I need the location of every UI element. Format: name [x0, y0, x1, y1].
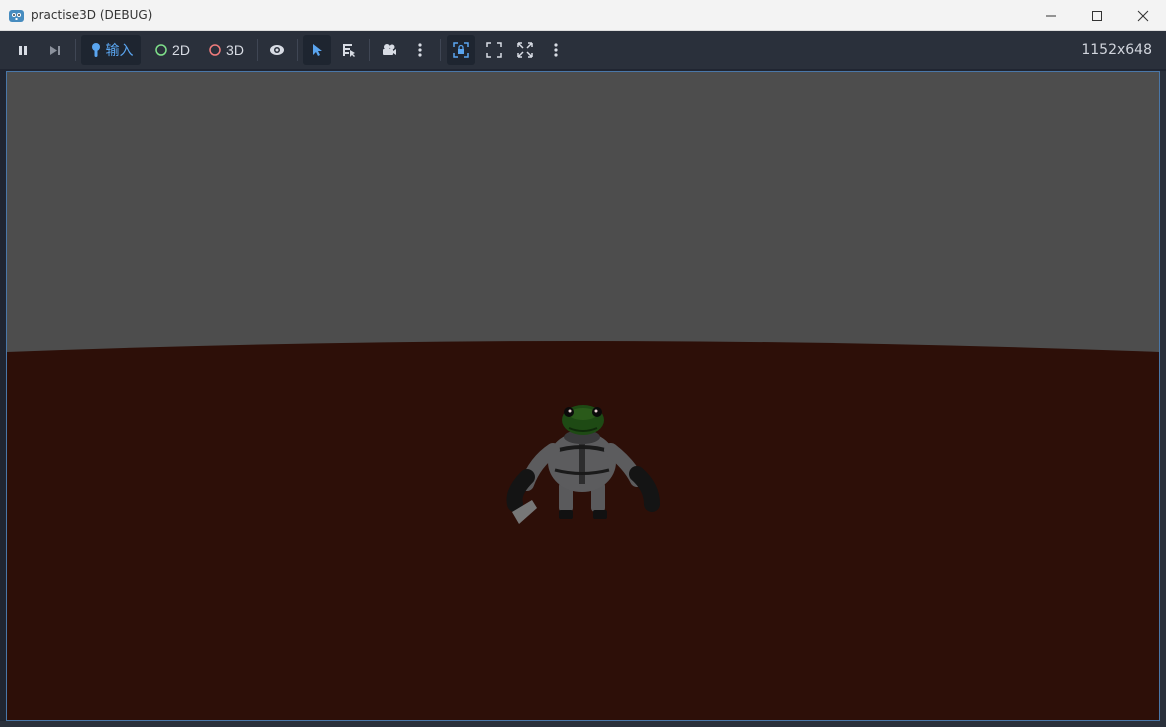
- input-toggle-button[interactable]: 输入: [81, 35, 141, 65]
- toolbar-separator: [257, 39, 258, 61]
- mode-3d-button[interactable]: 3D: [202, 35, 250, 65]
- toolbar-separator: [297, 39, 298, 61]
- window-titlebar[interactable]: practise3D (DEBUG): [0, 0, 1166, 31]
- game-toolbar: 输入 2D 3D 1152x648: [0, 31, 1166, 69]
- pause-button[interactable]: [10, 35, 36, 65]
- ground-plane: [7, 341, 1159, 720]
- input-icon: [91, 43, 100, 57]
- circle-2d-icon: [155, 44, 167, 56]
- game-scene: [7, 72, 1159, 720]
- mode-2d-label: 2D: [172, 42, 190, 58]
- mode-2d-button[interactable]: 2D: [148, 35, 196, 65]
- close-button[interactable]: [1120, 0, 1166, 31]
- minimize-icon: [1046, 15, 1056, 16]
- circle-3d-icon: [209, 44, 221, 56]
- toolbar-separator: [75, 39, 76, 61]
- godot-icon: [9, 10, 24, 22]
- next-frame-icon: [50, 46, 60, 55]
- cursor-arrow-icon: [313, 44, 322, 56]
- toolbar-separator: [440, 39, 441, 61]
- camera-override-button[interactable]: [376, 35, 402, 65]
- more-vertical-icon: [554, 43, 558, 57]
- embed-fixed-icon: [453, 42, 469, 58]
- input-label: 输入: [105, 42, 134, 58]
- next-frame-button[interactable]: [42, 35, 68, 65]
- window-title: practise3D (DEBUG): [31, 8, 153, 22]
- stretch-button[interactable]: [512, 35, 538, 65]
- visibility-button[interactable]: [264, 35, 290, 65]
- expand-corners-icon: [486, 42, 502, 58]
- select-tool-button[interactable]: [303, 35, 331, 65]
- toolbar-separator: [369, 39, 370, 61]
- camera-options-button[interactable]: [410, 35, 430, 65]
- list-select-button[interactable]: [336, 35, 362, 65]
- camera-icon: [383, 44, 396, 55]
- minimize-button[interactable]: [1028, 0, 1074, 31]
- viewport-bottom-border: [0, 721, 1166, 727]
- embed-options-button[interactable]: [546, 35, 566, 65]
- maximize-icon: [1092, 10, 1102, 21]
- pause-icon: [19, 46, 27, 55]
- eye-icon: [270, 45, 284, 55]
- keep-aspect-button[interactable]: [481, 35, 507, 65]
- mode-3d-label: 3D: [226, 42, 244, 58]
- resolution-label: 1152x648: [1081, 42, 1152, 58]
- viewport-right-border: [1160, 71, 1166, 721]
- game-viewport[interactable]: [6, 71, 1160, 721]
- stretch-arrows-icon: [517, 42, 533, 58]
- list-select-icon: [343, 44, 355, 57]
- more-vertical-icon: [418, 43, 422, 57]
- embed-fixed-button[interactable]: [447, 35, 475, 65]
- maximize-button[interactable]: [1074, 0, 1120, 31]
- close-icon: [1137, 10, 1149, 21]
